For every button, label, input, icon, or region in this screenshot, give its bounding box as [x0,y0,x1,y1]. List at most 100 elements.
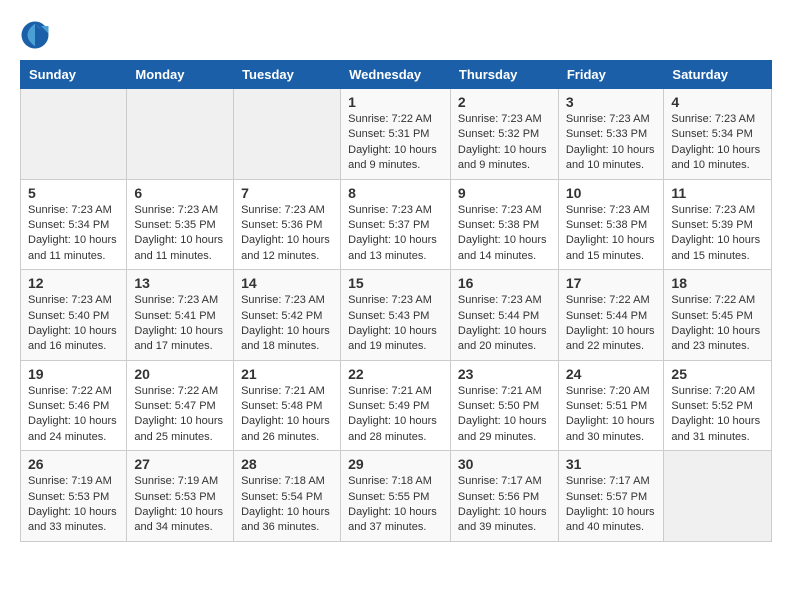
day-number: 9 [458,185,551,201]
day-info: Daylight: 10 hours [348,414,443,429]
calendar-cell: 9Sunrise: 7:23 AMSunset: 5:38 PMDaylight… [450,179,558,270]
calendar-cell: 3Sunrise: 7:23 AMSunset: 5:33 PMDaylight… [558,89,664,180]
day-info: and 37 minutes. [348,520,443,535]
day-info: Sunrise: 7:23 AM [241,293,333,308]
calendar-cell: 11Sunrise: 7:23 AMSunset: 5:39 PMDayligh… [664,179,772,270]
day-info: Daylight: 10 hours [134,414,226,429]
calendar-header-thursday: Thursday [450,61,558,89]
day-number: 16 [458,275,551,291]
day-info: Sunrise: 7:23 AM [348,203,443,218]
day-info: Sunset: 5:53 PM [134,490,226,505]
day-info: Daylight: 10 hours [28,414,119,429]
calendar-cell: 28Sunrise: 7:18 AMSunset: 5:54 PMDayligh… [234,451,341,542]
day-info: and 39 minutes. [458,520,551,535]
day-info: Daylight: 10 hours [28,324,119,339]
day-info: Sunrise: 7:23 AM [134,293,226,308]
day-info: Sunset: 5:34 PM [671,127,764,142]
day-info: and 28 minutes. [348,430,443,445]
day-info: Sunset: 5:37 PM [348,218,443,233]
day-info: Daylight: 10 hours [566,324,657,339]
day-info: and 33 minutes. [28,520,119,535]
calendar-cell: 16Sunrise: 7:23 AMSunset: 5:44 PMDayligh… [450,270,558,361]
day-number: 19 [28,366,119,382]
day-info: Sunrise: 7:23 AM [134,203,226,218]
day-info: Sunrise: 7:22 AM [671,293,764,308]
calendar-cell [664,451,772,542]
day-info: Sunrise: 7:23 AM [566,203,657,218]
day-number: 26 [28,456,119,472]
day-info: Sunset: 5:55 PM [348,490,443,505]
day-number: 27 [134,456,226,472]
page-header [20,20,772,50]
day-info: and 11 minutes. [28,249,119,264]
calendar-cell: 26Sunrise: 7:19 AMSunset: 5:53 PMDayligh… [21,451,127,542]
day-info: Sunrise: 7:21 AM [348,384,443,399]
day-info: Sunrise: 7:22 AM [566,293,657,308]
day-info: Daylight: 10 hours [28,505,119,520]
day-number: 6 [134,185,226,201]
day-number: 7 [241,185,333,201]
day-info: Daylight: 10 hours [134,505,226,520]
day-number: 22 [348,366,443,382]
day-info: and 34 minutes. [134,520,226,535]
day-info: Sunrise: 7:23 AM [241,203,333,218]
day-info: Sunset: 5:42 PM [241,309,333,324]
day-info: Daylight: 10 hours [134,233,226,248]
calendar-header-row: SundayMondayTuesdayWednesdayThursdayFrid… [21,61,772,89]
calendar-cell: 10Sunrise: 7:23 AMSunset: 5:38 PMDayligh… [558,179,664,270]
day-info: Daylight: 10 hours [241,324,333,339]
calendar-cell [127,89,234,180]
day-info: Sunset: 5:35 PM [134,218,226,233]
calendar-cell: 31Sunrise: 7:17 AMSunset: 5:57 PMDayligh… [558,451,664,542]
day-info: and 9 minutes. [458,158,551,173]
calendar-cell: 13Sunrise: 7:23 AMSunset: 5:41 PMDayligh… [127,270,234,361]
calendar-week-4: 19Sunrise: 7:22 AMSunset: 5:46 PMDayligh… [21,360,772,451]
calendar-cell [234,89,341,180]
calendar-cell: 18Sunrise: 7:22 AMSunset: 5:45 PMDayligh… [664,270,772,361]
calendar-header-friday: Friday [558,61,664,89]
day-info: Sunrise: 7:19 AM [134,474,226,489]
day-info: and 20 minutes. [458,339,551,354]
day-info: Sunset: 5:51 PM [566,399,657,414]
day-number: 2 [458,94,551,110]
day-number: 28 [241,456,333,472]
calendar-cell: 4Sunrise: 7:23 AMSunset: 5:34 PMDaylight… [664,89,772,180]
calendar-cell: 29Sunrise: 7:18 AMSunset: 5:55 PMDayligh… [341,451,451,542]
day-info: Sunset: 5:48 PM [241,399,333,414]
day-info: Sunrise: 7:23 AM [566,112,657,127]
day-info: Sunset: 5:47 PM [134,399,226,414]
day-info: and 36 minutes. [241,520,333,535]
calendar-header-sunday: Sunday [21,61,127,89]
day-info: Sunrise: 7:21 AM [458,384,551,399]
day-info: Daylight: 10 hours [241,414,333,429]
day-info: Sunset: 5:44 PM [566,309,657,324]
calendar-cell: 25Sunrise: 7:20 AMSunset: 5:52 PMDayligh… [664,360,772,451]
day-info: Daylight: 10 hours [348,505,443,520]
calendar-week-1: 1Sunrise: 7:22 AMSunset: 5:31 PMDaylight… [21,89,772,180]
day-info: Daylight: 10 hours [348,324,443,339]
calendar-week-2: 5Sunrise: 7:23 AMSunset: 5:34 PMDaylight… [21,179,772,270]
calendar-cell: 21Sunrise: 7:21 AMSunset: 5:48 PMDayligh… [234,360,341,451]
day-info: and 26 minutes. [241,430,333,445]
day-info: Sunset: 5:40 PM [28,309,119,324]
day-info: Sunset: 5:32 PM [458,127,551,142]
day-info: and 25 minutes. [134,430,226,445]
day-info: and 12 minutes. [241,249,333,264]
day-info: Daylight: 10 hours [241,233,333,248]
day-info: Sunrise: 7:20 AM [671,384,764,399]
day-info: and 14 minutes. [458,249,551,264]
calendar-body: 1Sunrise: 7:22 AMSunset: 5:31 PMDaylight… [21,89,772,542]
day-info: and 16 minutes. [28,339,119,354]
calendar-cell: 17Sunrise: 7:22 AMSunset: 5:44 PMDayligh… [558,270,664,361]
day-info: Sunset: 5:38 PM [458,218,551,233]
day-info: Sunset: 5:45 PM [671,309,764,324]
day-number: 30 [458,456,551,472]
day-info: Daylight: 10 hours [671,143,764,158]
day-info: Sunrise: 7:22 AM [348,112,443,127]
calendar-week-5: 26Sunrise: 7:19 AMSunset: 5:53 PMDayligh… [21,451,772,542]
calendar-cell: 24Sunrise: 7:20 AMSunset: 5:51 PMDayligh… [558,360,664,451]
day-info: Daylight: 10 hours [566,414,657,429]
calendar-header-monday: Monday [127,61,234,89]
day-number: 25 [671,366,764,382]
calendar-cell: 27 Sunrise: 7:19 AMSunset: 5:53 PMDayligh… [127,451,234,542]
